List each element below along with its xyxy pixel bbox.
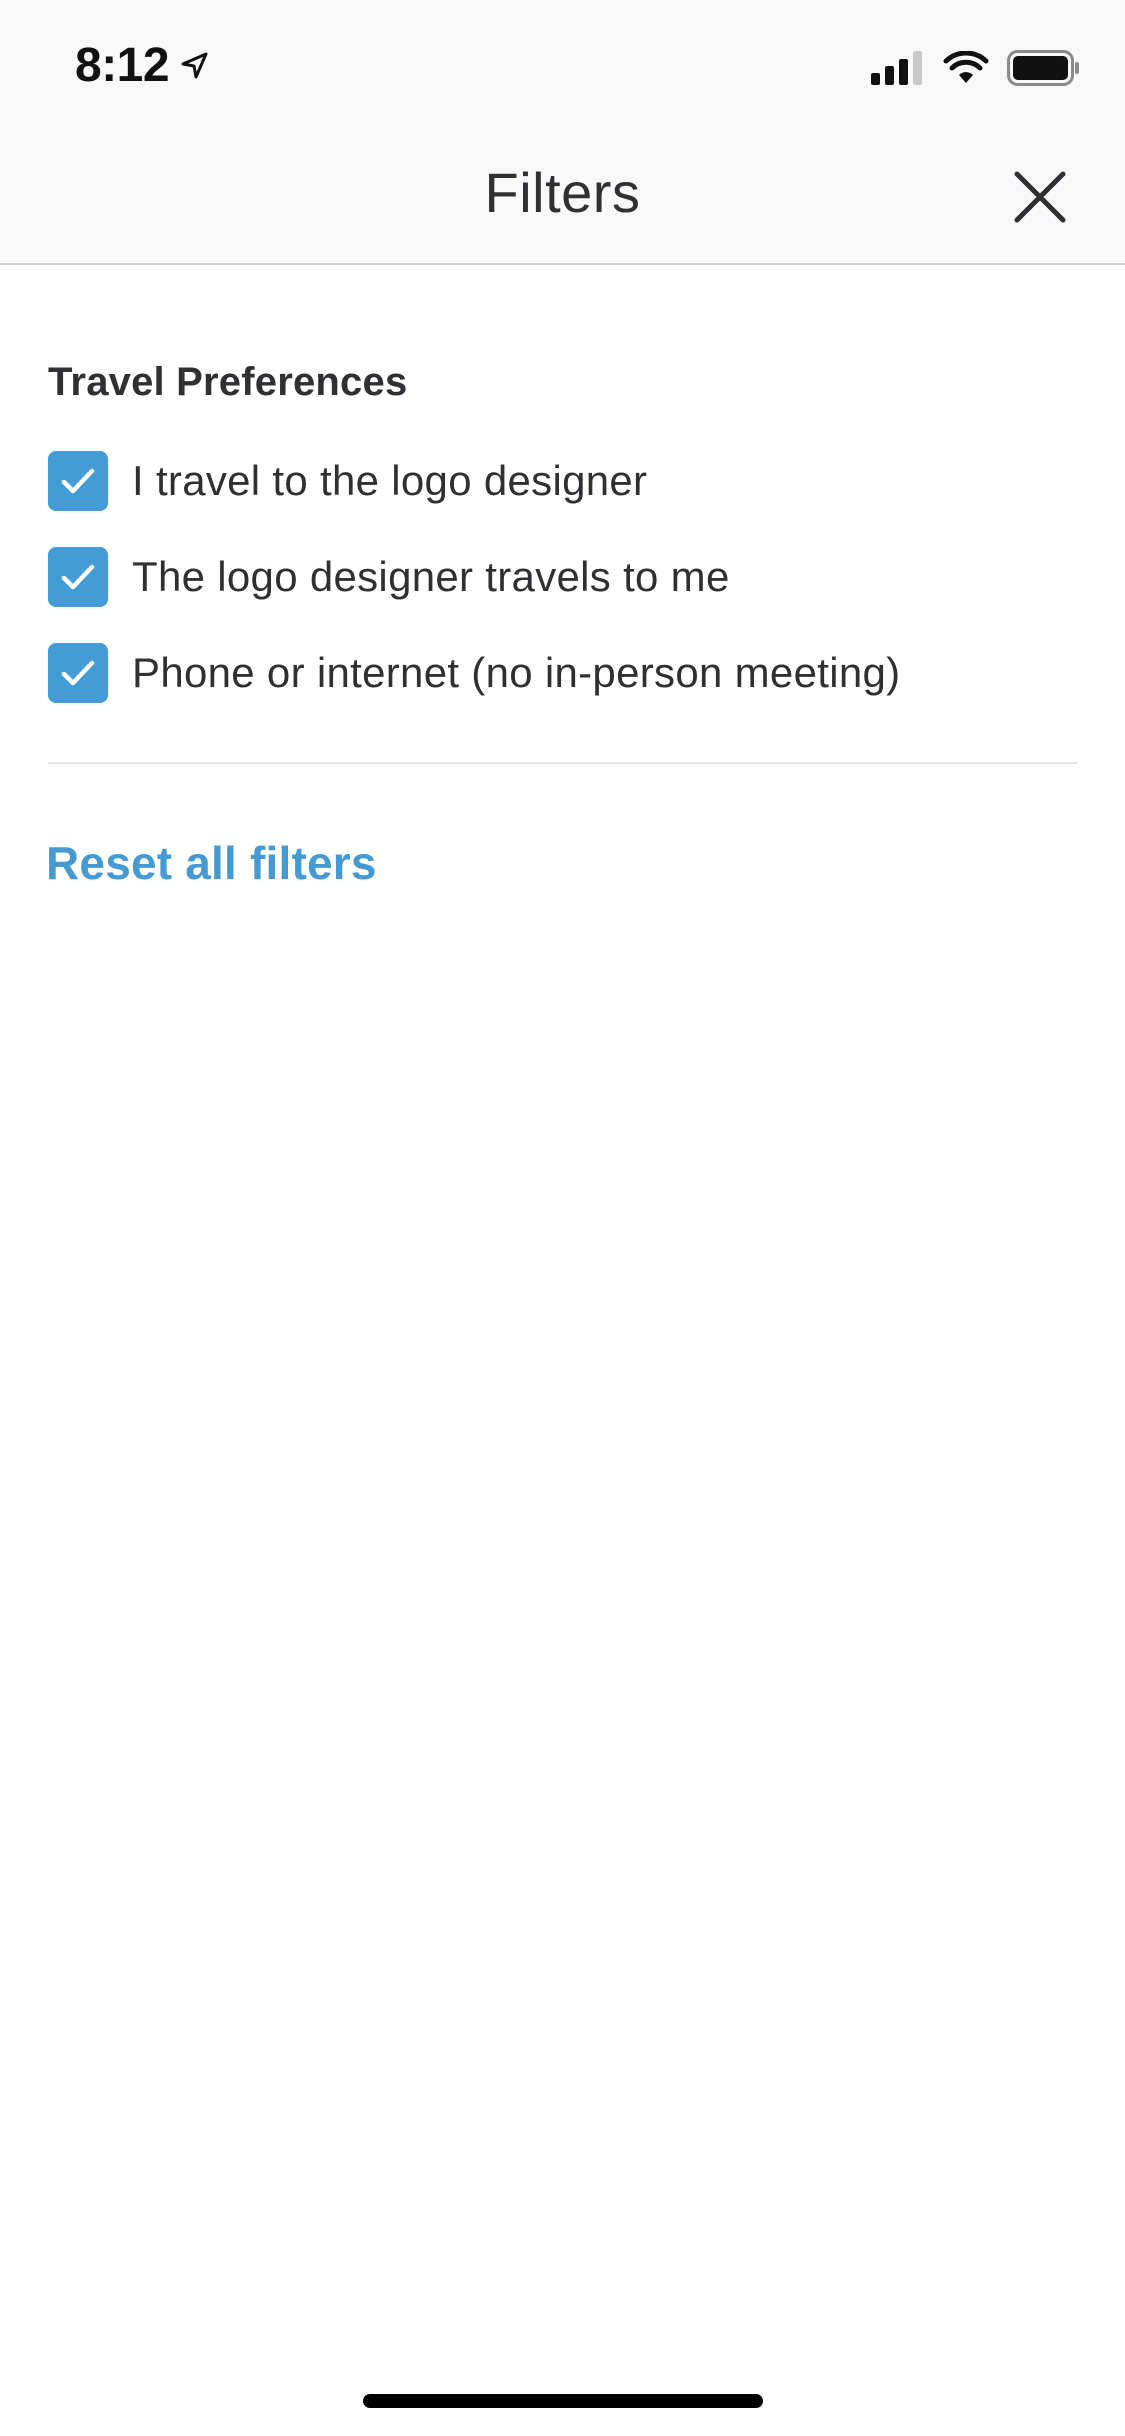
travel-option-3[interactable]: Phone or internet (no in-person meeting) xyxy=(48,643,900,703)
close-icon[interactable] xyxy=(1013,170,1067,224)
travel-option-1[interactable]: I travel to the logo designer xyxy=(48,451,647,511)
option-label: I travel to the logo designer xyxy=(132,457,648,504)
wifi-icon xyxy=(943,51,989,83)
battery-icon xyxy=(1007,50,1079,86)
checkbox[interactable] xyxy=(48,643,108,703)
page-title: Filters xyxy=(484,161,641,224)
divider xyxy=(48,762,1077,764)
option-label: Phone or internet (no in-person meeting) xyxy=(132,649,901,696)
location-arrow-icon xyxy=(181,52,208,78)
top-bar: 8:12 Filters xyxy=(0,0,1125,265)
section-title: Travel Preferences xyxy=(48,360,408,404)
home-indicator[interactable] xyxy=(363,2394,763,2408)
status-icons xyxy=(871,50,1081,86)
status-time: 8:12 xyxy=(75,38,209,93)
checkmark-icon xyxy=(61,564,95,590)
checkmark-icon xyxy=(61,468,95,494)
reset-all-filters-link[interactable]: Reset all filters xyxy=(46,836,377,890)
cellular-signal-icon xyxy=(871,51,922,85)
status-time-text: 8:12 xyxy=(75,39,170,92)
checkmark-icon xyxy=(61,660,95,686)
option-label: The logo designer travels to me xyxy=(132,553,730,600)
checkbox[interactable] xyxy=(48,547,108,607)
checkbox[interactable] xyxy=(48,451,108,511)
travel-option-2[interactable]: The logo designer travels to me xyxy=(48,547,730,607)
